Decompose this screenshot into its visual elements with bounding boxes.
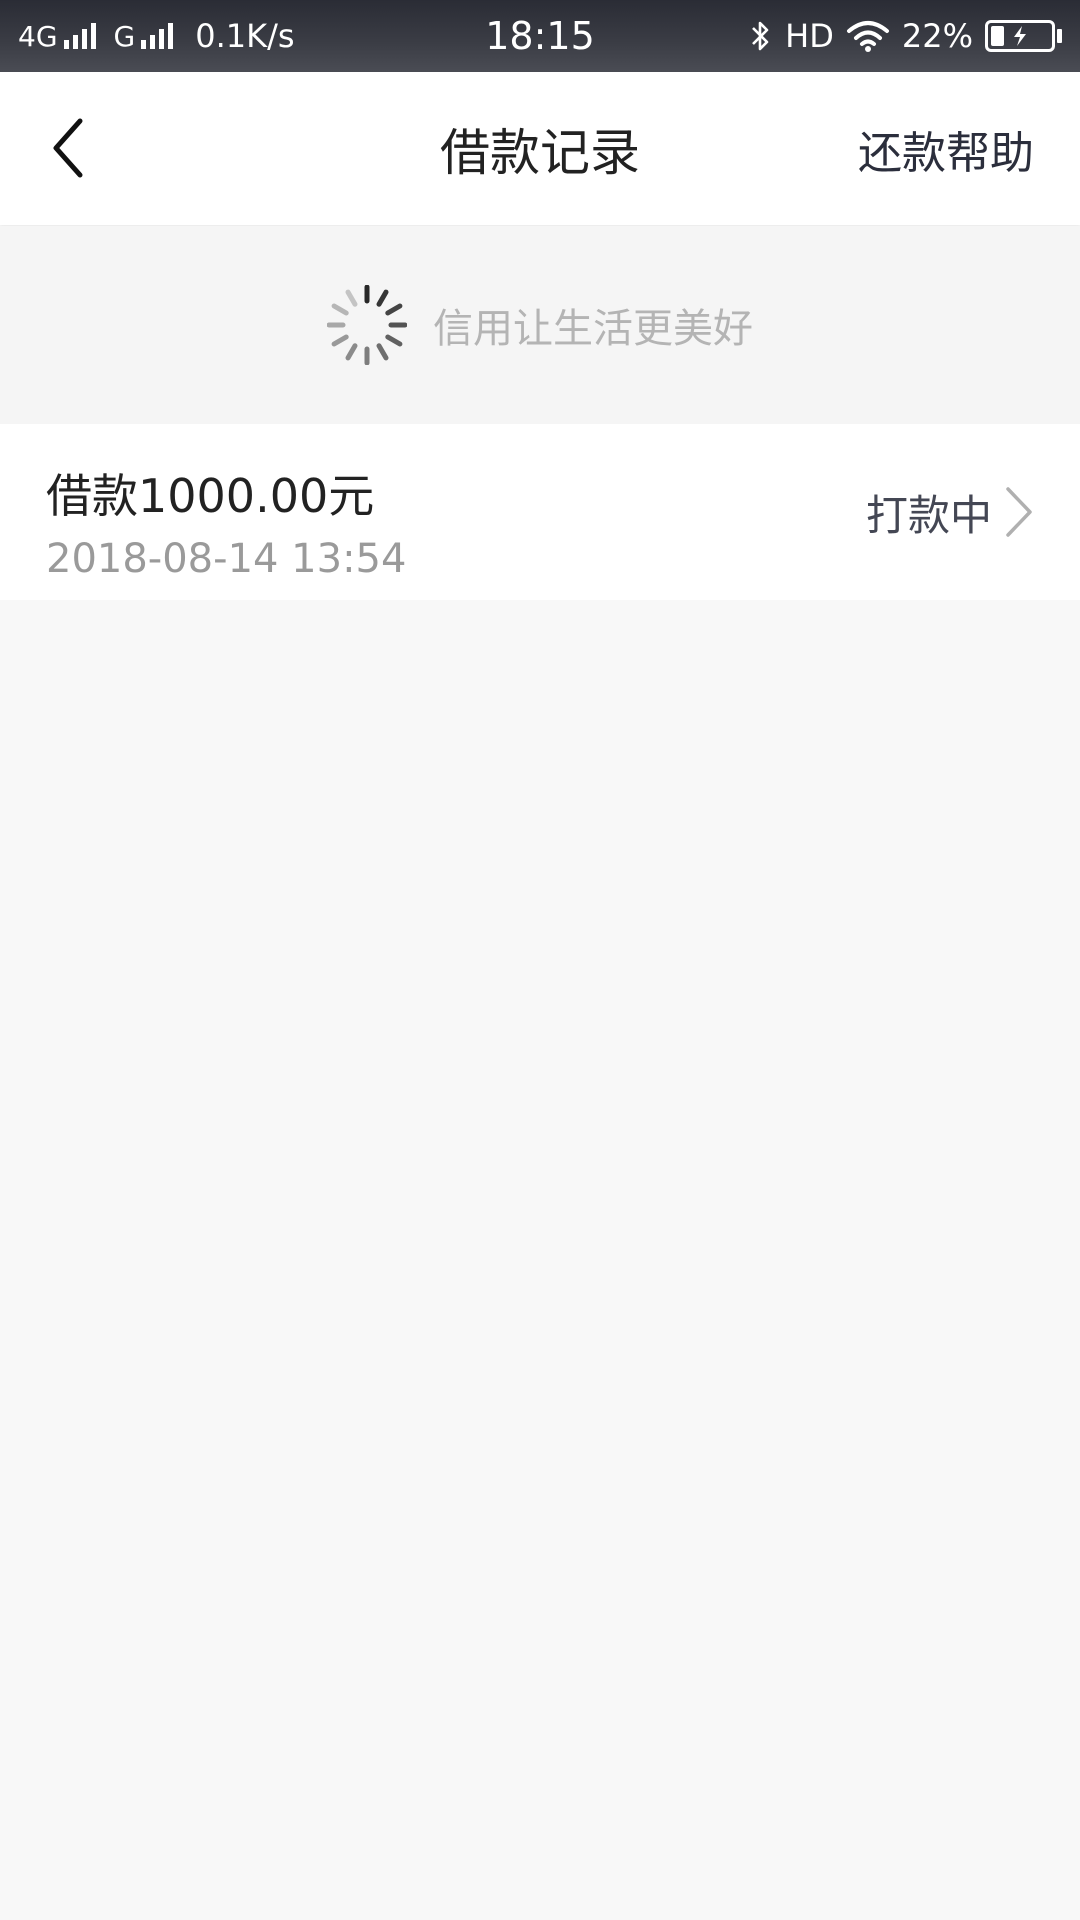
- chevron-left-icon: [53, 118, 83, 178]
- empty-content-area: [0, 600, 1080, 1920]
- loan-date: 2018-08-14 13:54: [46, 536, 407, 582]
- status-right: HD 22%: [540, 17, 1062, 55]
- nav-bar: 借款记录 还款帮助: [0, 72, 1080, 225]
- loading-spinner-icon: [327, 285, 407, 365]
- loan-status-text: 打款中: [865, 490, 992, 540]
- loading-banner: 信用让生活更美好: [0, 226, 1080, 424]
- battery-icon: [985, 20, 1062, 52]
- battery-percent: 22%: [901, 17, 973, 55]
- loading-text: 信用让生活更美好: [433, 306, 753, 352]
- bluetooth-icon: [749, 18, 773, 54]
- chevron-right-icon: [1006, 487, 1032, 537]
- loan-status: 打款中: [866, 424, 1034, 600]
- network-type-1: 4G: [18, 19, 58, 53]
- repayment-help-link[interactable]: 还款帮助: [858, 72, 1034, 225]
- network-type-2: G: [113, 19, 136, 53]
- back-button[interactable]: [38, 112, 98, 184]
- network-speed: 0.1K/s: [195, 17, 295, 55]
- signal-strength-icon-2: [141, 23, 177, 49]
- wifi-icon: [846, 19, 890, 53]
- status-bar: 4G G 0.1K/s 18:15 HD 22%: [0, 0, 1080, 72]
- loan-record-item[interactable]: 借款1000.00元 2018-08-14 13:54 打款中: [0, 424, 1080, 600]
- charging-bolt-icon: [988, 23, 1052, 49]
- loan-amount: 借款1000.00元: [46, 469, 375, 523]
- signal-strength-icon: [63, 23, 100, 49]
- status-left: 4G G 0.1K/s: [18, 17, 540, 55]
- hd-label: HD: [785, 17, 834, 55]
